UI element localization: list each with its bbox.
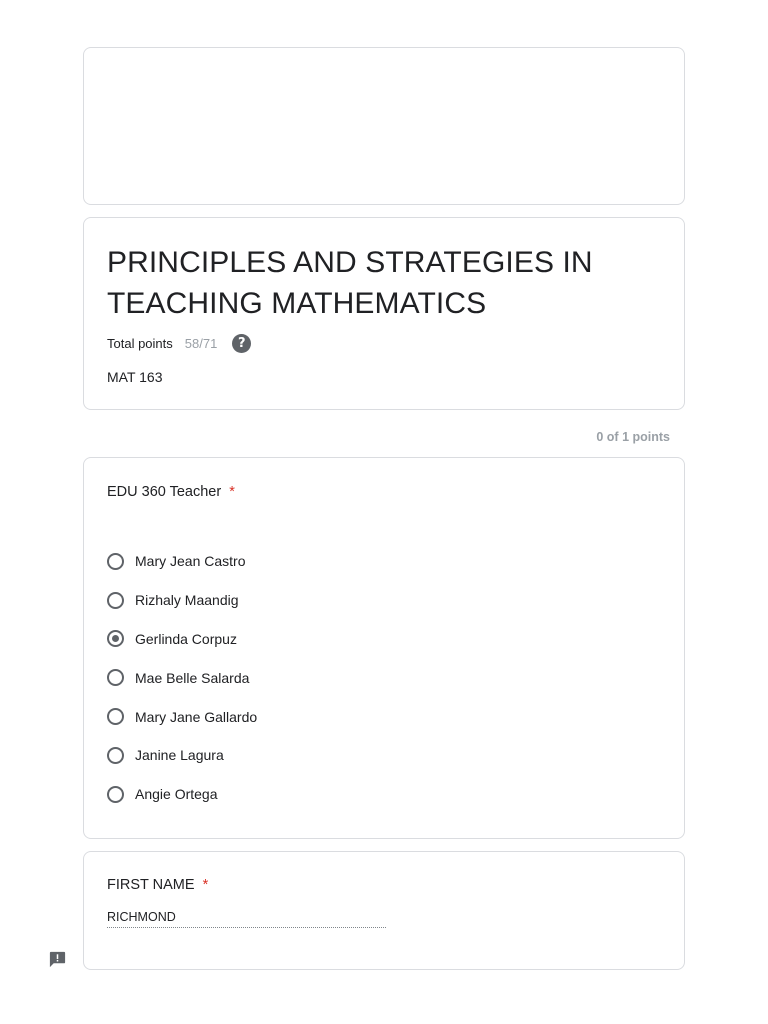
question-title: FIRST NAME * <box>107 877 662 893</box>
radio-button[interactable] <box>107 669 124 687</box>
required-asterisk: * <box>229 484 235 500</box>
radio-option-label: Janine Lagura <box>135 747 224 764</box>
radio-button[interactable] <box>107 746 124 764</box>
form-title: PRINCIPLES AND STRATEGIES IN TEACHING MA… <box>107 246 593 320</box>
radio-button[interactable] <box>107 552 124 570</box>
radio-button-checked[interactable] <box>107 630 124 648</box>
radio-options-list: Mary Jean Castro Rizhaly Maandig Gerlind… <box>107 542 662 814</box>
radio-option[interactable]: Mary Jean Castro <box>107 542 662 581</box>
radio-option-label: Rizhaly Maandig <box>135 592 239 609</box>
radio-button[interactable] <box>107 708 124 726</box>
radio-option[interactable]: Janine Lagura <box>107 736 662 775</box>
total-points-row: Total points 58/71 ? <box>107 332 662 354</box>
form-title-card: PRINCIPLES AND STRATEGIES IN TEACHING MA… <box>83 217 685 410</box>
form-page: PRINCIPLES AND STRATEGIES IN TEACHING MA… <box>0 0 768 1024</box>
radio-option-label: Mae Belle Salarda <box>135 669 250 686</box>
feedback-icon[interactable] <box>48 950 67 969</box>
question-title-text: FIRST NAME <box>107 877 195 893</box>
question-card-first-name: FIRST NAME * RICHMOND <box>83 851 685 970</box>
radio-button[interactable] <box>107 591 124 609</box>
header-banner-card <box>83 47 685 205</box>
total-points-value: 58/71 <box>184 335 218 351</box>
radio-option[interactable]: Angie Ortega <box>107 775 662 814</box>
radio-button[interactable] <box>107 785 124 803</box>
first-name-answer: RICHMOND <box>107 910 386 928</box>
total-points-label: Total points <box>107 335 173 351</box>
radio-option-label: Mary Jane Gallardo <box>135 708 258 725</box>
radio-option-label: Angie Ortega <box>135 786 218 803</box>
radio-option[interactable]: Mary Jane Gallardo <box>107 697 662 736</box>
form-description: MAT 163 <box>107 369 163 385</box>
radio-option[interactable]: Mae Belle Salarda <box>107 658 662 697</box>
radio-option[interactable]: Rizhaly Maandig <box>107 581 662 620</box>
question-score: 0 of 1 points <box>596 430 670 444</box>
help-circle-icon[interactable]: ? <box>232 333 252 353</box>
question-card-edu360: EDU 360 Teacher * Mary Jean Castro Rizha… <box>83 457 685 839</box>
question-title-text: EDU 360 Teacher <box>107 484 222 500</box>
radio-option-label: Mary Jean Castro <box>135 553 246 570</box>
question-title: EDU 360 Teacher * <box>107 484 662 504</box>
radio-option-label: Gerlinda Corpuz <box>135 630 237 647</box>
required-asterisk: * <box>202 877 209 893</box>
radio-option-selected[interactable]: Gerlinda Corpuz <box>107 620 662 659</box>
